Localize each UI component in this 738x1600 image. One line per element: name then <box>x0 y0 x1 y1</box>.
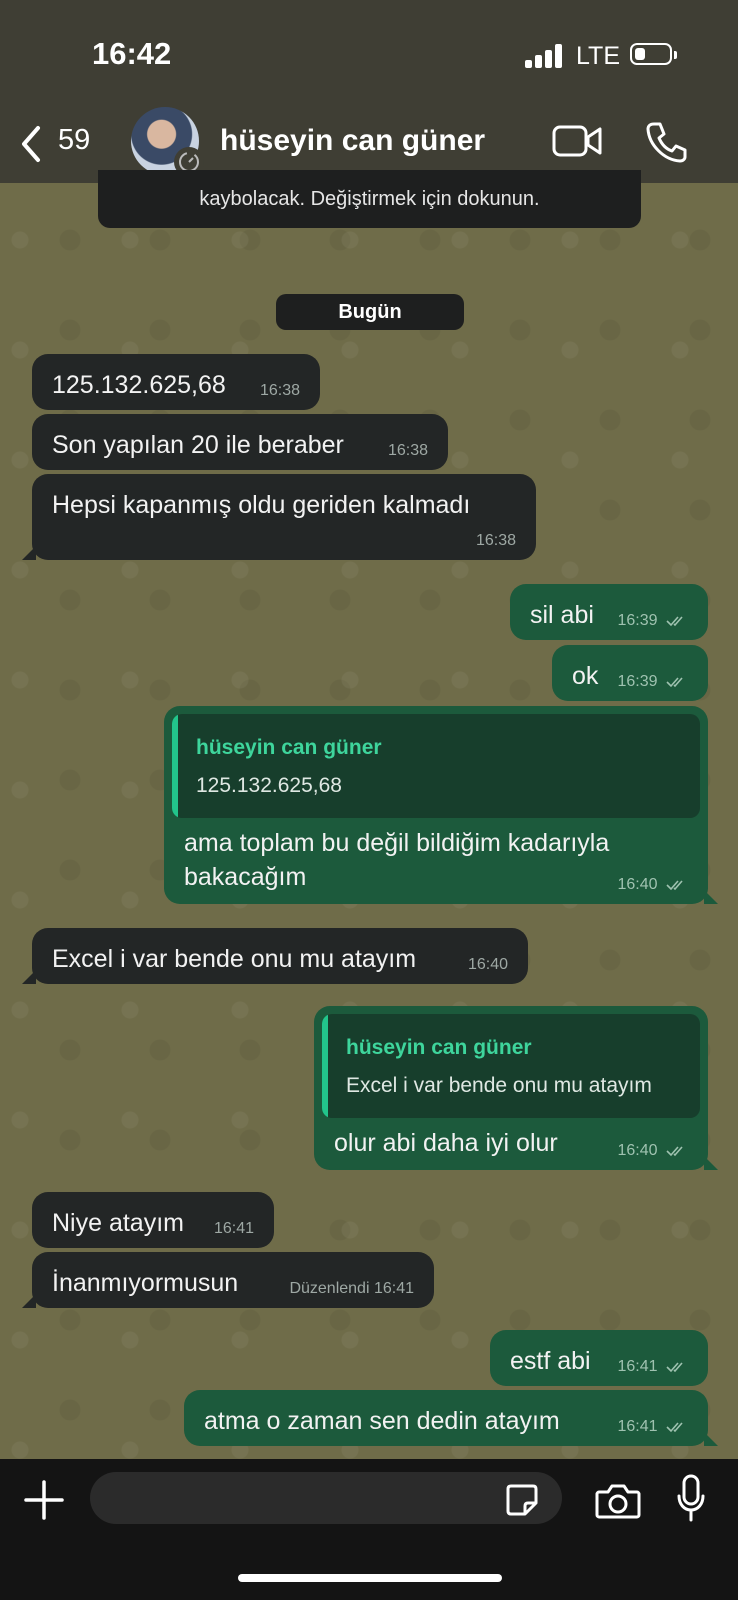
message-time: 16:38 <box>475 532 516 549</box>
message-status: 16:40 <box>618 1142 689 1160</box>
battery-icon <box>630 43 677 65</box>
bubble-tail <box>704 890 718 904</box>
double-check-icon <box>666 1362 683 1372</box>
message-text: Hepsi kapanmış oldu geriden kalmadı <box>52 491 471 519</box>
status-time: 16:42 <box>92 36 172 71</box>
quoted-message[interactable]: hüseyin can güner 125.132.625,68 <box>172 714 700 818</box>
message-time: 16:41 <box>617 1418 658 1435</box>
network-label: LTE <box>576 42 620 70</box>
home-indicator <box>238 1574 502 1582</box>
bubble-tail <box>704 1432 718 1446</box>
message-time: 16:38 <box>387 442 428 459</box>
quoted-message[interactable]: hüseyin can güner Excel i var bende onu … <box>322 1014 700 1118</box>
message-time: 16:40 <box>467 956 508 973</box>
unread-count[interactable]: 59 <box>58 124 90 157</box>
message-time: 16:40 <box>617 876 658 893</box>
message-text: ok <box>572 662 599 690</box>
outgoing-reply-message[interactable]: hüseyin can güner Excel i var bende onu … <box>314 1006 718 1170</box>
double-check-icon <box>666 1146 683 1156</box>
message-time: 16:40 <box>617 1142 658 1159</box>
outgoing-message[interactable]: ok 16:39 <box>552 645 708 701</box>
message-text-line: ama toplam bu değil bildiğim kadarıyla <box>184 829 610 857</box>
message-time: 16:39 <box>617 612 658 629</box>
chevron-left-icon[interactable] <box>16 122 64 166</box>
message-status: 16:41 <box>618 1358 689 1376</box>
phone-icon[interactable] <box>644 120 688 164</box>
message-text: estf abi <box>510 1347 591 1375</box>
incoming-message[interactable]: 125.132.625,68 16:38 <box>32 354 320 410</box>
bubble-tail <box>22 1294 36 1308</box>
double-check-icon <box>666 1422 683 1432</box>
quote-accent-bar <box>172 714 178 818</box>
quoted-text: Excel i var bende onu mu atayım <box>346 1074 652 1097</box>
message-input[interactable] <box>90 1472 562 1524</box>
incoming-message[interactable]: Hepsi kapanmış oldu geriden kalmadı 16:3… <box>22 474 536 560</box>
disappearing-messages-notice[interactable]: kaybolacak. Değiştirmek için dokunun. <box>98 170 641 228</box>
double-check-icon <box>666 677 683 687</box>
signal-icon <box>525 44 565 68</box>
double-check-icon <box>666 880 683 890</box>
message-text: atma o zaman sen dedin atayım <box>204 1407 560 1435</box>
date-separator: Bugün <box>276 294 464 330</box>
quoted-text: 125.132.625,68 <box>196 774 342 797</box>
message-text: olur abi daha iyi olur <box>334 1129 558 1157</box>
message-time: 16:38 <box>259 382 300 399</box>
edited-label: Düzenlendi <box>289 1280 370 1297</box>
message-time: 16:41 <box>213 1220 254 1237</box>
incoming-message[interactable]: İnanmıyormusun Düzenlendi 16:41 <box>22 1252 434 1308</box>
contact-name[interactable]: hüseyin can güner <box>220 124 485 158</box>
message-text: sil abi <box>530 601 594 629</box>
message-status: 16:40 <box>618 876 689 894</box>
camera-icon[interactable] <box>595 1483 641 1519</box>
quoted-sender: hüseyin can güner <box>196 736 382 759</box>
message-text: Son yapılan 20 ile beraber <box>52 431 344 459</box>
video-camera-icon[interactable] <box>552 123 602 159</box>
message-time: 16:39 <box>617 673 658 690</box>
incoming-message[interactable]: Excel i var bende onu mu atayım 16:40 <box>22 928 528 984</box>
message-text: 125.132.625,68 <box>52 371 226 399</box>
message-text-line: bakacağım <box>184 863 307 891</box>
message-text: Niye atayım <box>52 1209 184 1237</box>
message-status: 16:39 <box>618 612 689 630</box>
outgoing-reply-message[interactable]: hüseyin can güner 125.132.625,68 ama top… <box>164 706 718 904</box>
message-text: İnanmıyormusun <box>52 1269 239 1297</box>
message-status: Düzenlendi 16:41 <box>289 1280 414 1298</box>
message-status: 16:41 <box>618 1418 689 1436</box>
quote-accent-bar <box>322 1014 328 1118</box>
bubble-tail <box>22 546 36 560</box>
incoming-message[interactable]: Son yapılan 20 ile beraber 16:38 <box>32 414 448 470</box>
outgoing-message[interactable]: atma o zaman sen dedin atayım 16:41 <box>184 1390 718 1446</box>
message-time: 16:41 <box>373 1280 414 1297</box>
bubble-tail <box>22 970 36 984</box>
incoming-message[interactable]: Niye atayım 16:41 <box>32 1192 274 1248</box>
bubble-tail <box>704 1156 718 1170</box>
plus-icon[interactable] <box>24 1480 64 1520</box>
microphone-icon[interactable] <box>676 1474 706 1524</box>
outgoing-message[interactable]: sil abi 16:39 <box>510 584 708 640</box>
double-check-icon <box>666 616 683 626</box>
quoted-sender: hüseyin can güner <box>346 1036 532 1059</box>
message-status: 16:39 <box>618 673 689 691</box>
message-time: 16:41 <box>617 1358 658 1375</box>
message-text: Excel i var bende onu mu atayım <box>52 945 417 973</box>
sticker-icon[interactable] <box>505 1483 539 1517</box>
outgoing-message[interactable]: estf abi 16:41 <box>490 1330 708 1386</box>
message-text: ama toplam bu değil bildiğim kadarıyla b… <box>184 826 609 894</box>
